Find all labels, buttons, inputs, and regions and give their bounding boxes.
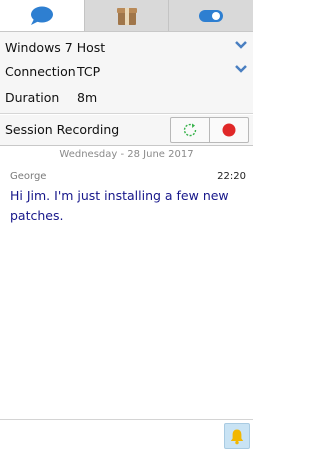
connection-value: TCP (77, 64, 101, 79)
toggle-icon (199, 9, 224, 22)
connection-label: Connection (5, 64, 76, 79)
record-icon (222, 123, 236, 137)
restart-recording-button[interactable] (171, 118, 209, 142)
connection-row[interactable]: Connection TCP (0, 60, 253, 84)
tab-toggle[interactable] (168, 0, 254, 31)
refresh-icon (183, 123, 197, 137)
bell-icon (230, 429, 244, 444)
tab-chat[interactable] (0, 0, 84, 31)
chevron-down-icon[interactable] (235, 40, 247, 50)
chevron-down-icon[interactable] (235, 64, 247, 74)
recording-controls (170, 117, 249, 143)
host-row[interactable]: Windows 7 Host (0, 36, 253, 60)
duration-row: Duration 8m (0, 86, 253, 110)
tab-bar (0, 0, 254, 32)
session-info-panel: Windows 7 Host Connection TCP Duration 8… (0, 32, 253, 114)
chat-date-divider: Wednesday - 28 June 2017 (59, 149, 194, 160)
notification-button[interactable] (224, 423, 250, 449)
chat-bubble-icon (30, 6, 53, 25)
message-time: 22:20 (217, 171, 246, 182)
session-recording-label: Session Recording (5, 122, 120, 137)
host-name: Windows 7 Host (5, 40, 106, 55)
record-button[interactable] (209, 118, 248, 142)
message-sender: George (10, 171, 47, 182)
package-icon (116, 7, 137, 25)
message-text: Hi Jim. I'm just installing a few new pa… (10, 188, 229, 223)
duration-label: Duration (5, 90, 60, 105)
duration-value: 8m (77, 90, 98, 105)
session-recording-bar: Session Recording (0, 115, 253, 146)
tab-package[interactable] (83, 0, 169, 31)
footer-divider (0, 419, 253, 420)
